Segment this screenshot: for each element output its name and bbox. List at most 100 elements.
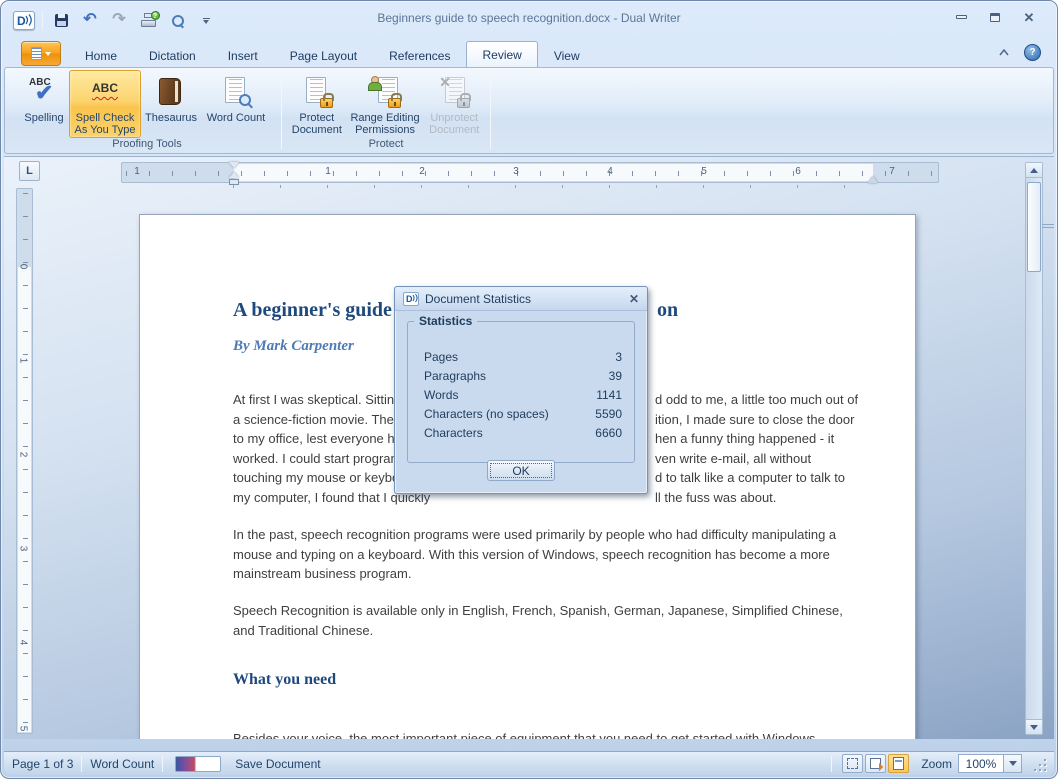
tab-references[interactable]: References [373, 43, 466, 67]
ruler-number: 5 [701, 166, 707, 177]
screenshot-root: D ↶ ↷ ? Beginners guide to speech recogn… [0, 0, 1058, 779]
lock-icon [457, 93, 472, 108]
app-icon[interactable]: D [13, 10, 35, 30]
ruler-number: 0 [17, 263, 29, 270]
stat-value: 3 [615, 350, 622, 364]
ribbon-group-protect: Protect Document Range Editing Permissio… [284, 68, 488, 153]
ruler-number: 7 [889, 166, 895, 177]
restore-button[interactable] [985, 10, 1005, 24]
customize-quick-access-button[interactable] [195, 10, 217, 30]
horizontal-ruler[interactable]: 1 1 2 3 4 5 6 7 [121, 162, 939, 185]
spelling-button[interactable]: ABC ✔ Spelling [19, 70, 69, 138]
group-separator [490, 72, 491, 149]
tab-view[interactable]: View [538, 43, 596, 67]
tab-page-layout[interactable]: Page Layout [274, 43, 373, 67]
quick-access-toolbar: D ↶ ↷ ? [13, 8, 217, 32]
dialog-title-bar[interactable]: D Document Statistics ✕ [395, 287, 647, 311]
app-icon: D [403, 291, 419, 306]
word-count-status-button[interactable]: Word Count [90, 757, 154, 771]
application-menu-button[interactable] [21, 41, 61, 66]
color-scheme-swatch[interactable] [175, 755, 222, 772]
person-icon [368, 76, 383, 91]
document-subheading: What you need [233, 671, 337, 688]
zoom-value-field[interactable]: 100% [958, 754, 1004, 773]
tab-review[interactable]: Review [466, 41, 538, 67]
ruler-ticks [23, 193, 28, 729]
page-indicator[interactable]: Page 1 of 3 [12, 757, 73, 771]
minimize-icon [955, 15, 967, 19]
draft-view-button[interactable] [842, 754, 864, 773]
help-button[interactable]: ? [1024, 44, 1041, 61]
window-controls: ✕ [951, 10, 1039, 24]
unprotect-document-icon: ✕ [437, 74, 472, 108]
spell-check-as-you-type-button[interactable]: ABC Spell Check As You Type [69, 70, 141, 138]
title-bar: D ↶ ↷ ? Beginners guide to speech recogn… [1, 1, 1057, 39]
document-icon [31, 47, 42, 60]
draft-view-icon [847, 758, 859, 769]
ruler-number: 1 [134, 166, 140, 177]
thesaurus-button[interactable]: Thesaurus [141, 70, 201, 138]
save-document-status[interactable]: Save Document [235, 757, 320, 771]
resize-grip[interactable] [1032, 757, 1046, 771]
scroll-down-button[interactable] [1026, 719, 1042, 734]
stat-label: Pages [424, 350, 459, 364]
spell-check-as-you-type-icon: ABC [92, 81, 118, 95]
zoom-label: Zoom [921, 756, 952, 771]
ruler-number: 1 [17, 357, 29, 364]
right-indent-marker[interactable] [868, 176, 878, 183]
ruler-number: 2 [17, 451, 29, 458]
stat-row-pages: Pages 3 [424, 350, 622, 369]
ruler-number: 2 [419, 166, 425, 177]
ruler-number: 5 [17, 725, 29, 732]
ruler-number: 3 [17, 545, 29, 552]
edit-view-button[interactable] [865, 754, 887, 773]
stat-row-characters-no-spaces: Characters (no spaces) 5590 [424, 407, 622, 426]
chevron-up-icon [999, 49, 1009, 56]
statusbar-separator [81, 755, 83, 772]
undo-button[interactable]: ↶ [79, 10, 101, 30]
vertical-ruler[interactable]: 0 1 2 3 4 5 [16, 188, 33, 734]
statistics-rows: Pages 3 Paragraphs 39 Words 1141 Charact… [424, 350, 622, 445]
document-area: L 1 1 2 3 4 5 6 7 0 1 2 3 4 5 A beginner… [4, 156, 1054, 739]
save-button[interactable] [50, 10, 72, 30]
dialog-title: Document Statistics [425, 291, 532, 306]
chevron-down-icon [203, 20, 209, 24]
ok-button[interactable]: OK [487, 460, 555, 481]
close-button[interactable]: ✕ [1019, 10, 1039, 24]
statistics-groupbox: Statistics Pages 3 Paragraphs 39 Words 1 [407, 314, 635, 463]
dual-writer-logo-icon: D [17, 14, 32, 28]
tab-stop-selector[interactable]: L [19, 161, 40, 181]
dialog-close-button[interactable]: ✕ [629, 292, 639, 306]
tab-insert[interactable]: Insert [212, 43, 274, 67]
minimize-button[interactable] [951, 10, 971, 24]
word-count-button[interactable]: Word Count [201, 70, 271, 138]
zoom-dropdown-button[interactable] [1004, 754, 1022, 773]
indent-marker[interactable] [228, 162, 240, 185]
ribbon-tab-row: Home Dictation Insert Page Layout Refere… [1, 39, 1057, 67]
arrow-down-icon [1030, 724, 1038, 730]
checkmark-icon: ✔ [35, 80, 54, 105]
find-button[interactable] [166, 10, 188, 30]
tab-dictation[interactable]: Dictation [133, 43, 212, 67]
scrollbar-thumb[interactable] [1027, 182, 1054, 272]
stat-value: 6660 [595, 426, 622, 440]
tab-home[interactable]: Home [69, 43, 133, 67]
redo-icon: ↷ [112, 11, 126, 28]
print-preview-button[interactable]: ? [137, 10, 160, 30]
ruler-ticks [126, 171, 934, 176]
dual-writer-logo-icon: D [406, 293, 418, 304]
collapse-ribbon-button[interactable] [996, 46, 1012, 60]
chevron-down-icon [45, 51, 51, 56]
range-editing-permissions-button[interactable]: Range Editing Permissions [346, 70, 425, 138]
print-layout-view-button[interactable] [888, 754, 910, 773]
print-badge-icon: ? [150, 11, 160, 20]
scroll-up-button[interactable] [1026, 163, 1042, 178]
svg-text:D: D [406, 294, 413, 304]
redo-button[interactable]: ↷ [108, 10, 130, 30]
protect-document-button[interactable]: Protect Document [288, 70, 346, 138]
ruler-number: 4 [607, 166, 613, 177]
vertical-scrollbar[interactable] [1025, 162, 1054, 735]
stat-label: Words [424, 388, 459, 402]
toolbar-separator [42, 11, 43, 29]
statusbar-right: Zoom 100% [823, 754, 1046, 773]
